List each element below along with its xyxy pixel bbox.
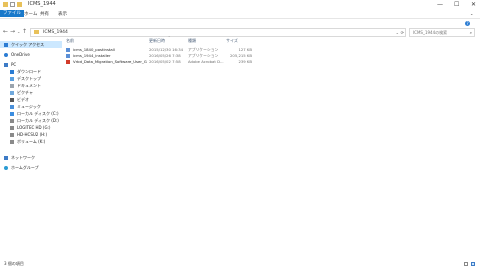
up-button[interactable]: ↑: [22, 28, 27, 35]
address-path: ICMS_1944: [43, 30, 68, 35]
drive-icon: [10, 133, 14, 137]
sidebar-item-drive-d[interactable]: ローカル ディスク (D:): [10, 117, 59, 124]
sidebar-item-drive-g[interactable]: LOGITEC HD (G:): [10, 124, 50, 131]
file-type: Adobe Acrobat D...: [188, 59, 224, 64]
back-button[interactable]: ←: [3, 28, 8, 35]
sort-caret-icon: ^: [168, 35, 171, 39]
sidebar-item-drive-c[interactable]: ローカル ディスク (C:): [10, 110, 59, 117]
table-row[interactable]: Vrbd_Data_Migration_Software_User_Gui...…: [62, 59, 322, 65]
desktop-icon: [10, 77, 14, 81]
search-input[interactable]: ICMS_1944の検索 ⌕: [409, 28, 475, 37]
sidebar-item-pc[interactable]: PC: [4, 61, 16, 68]
window-title: ICMS_1944: [28, 1, 56, 7]
video-icon: [10, 98, 14, 102]
sidebar-item-videos[interactable]: ビデオ: [10, 96, 29, 103]
address-bar[interactable]: ICMS_1944 ⌄ ⟳: [30, 28, 406, 37]
new-folder-icon[interactable]: [17, 2, 22, 7]
folder-icon: [3, 2, 8, 7]
minimize-button[interactable]: —: [437, 1, 443, 8]
pc-icon: [4, 63, 8, 67]
address-row: ← → ⌄ ↑ ICMS_1944 ⌄ ⟳ ICMS_1944の検索 ⌕: [0, 27, 480, 37]
tab-share[interactable]: 共有: [40, 11, 49, 17]
music-icon: [10, 105, 14, 109]
sidebar-item-drive-h[interactable]: HD-HCSU2 (H:): [10, 131, 47, 138]
drive-icon: [10, 126, 14, 130]
tab-home[interactable]: ホーム: [24, 11, 37, 17]
drive-icon: [10, 140, 14, 144]
sidebar-item-quick-access[interactable]: クイック アクセス: [0, 41, 62, 48]
chevron-down-icon[interactable]: ⌄: [470, 11, 473, 16]
tab-file[interactable]: ファイル: [0, 10, 24, 17]
column-header-type[interactable]: 種類: [188, 38, 196, 44]
homegroup-icon: [4, 166, 8, 170]
folder-icon: [34, 30, 39, 34]
sidebar-item-documents[interactable]: ドキュメント: [10, 82, 41, 89]
file-date: 2016/05/02 7:58: [149, 59, 181, 64]
help-button[interactable]: ?: [465, 20, 473, 26]
maximize-button[interactable]: ☐: [454, 1, 459, 8]
star-icon: [4, 43, 8, 47]
recent-dropdown-button[interactable]: ⌄: [17, 28, 20, 35]
item-count: 3 個の項目: [4, 261, 24, 266]
column-header-size[interactable]: サイズ: [226, 38, 238, 44]
network-icon: [4, 156, 8, 160]
sidebar-item-onedrive[interactable]: OneDrive: [4, 51, 30, 58]
file-size: 239 KB: [238, 59, 252, 64]
sidebar-item-homegroup[interactable]: ホームグループ: [4, 164, 39, 171]
forward-button[interactable]: →: [10, 28, 15, 35]
documents-icon: [10, 84, 14, 88]
sidebar-item-network[interactable]: ネットワーク: [4, 154, 35, 161]
large-icons-view-icon[interactable]: [471, 262, 475, 266]
application-icon: [66, 54, 70, 58]
tab-view[interactable]: 表示: [58, 11, 67, 17]
status-bar: 3 個の項目: [0, 259, 480, 269]
properties-icon[interactable]: [10, 2, 15, 7]
drive-icon: [10, 112, 14, 116]
download-icon: [10, 70, 14, 74]
application-icon: [66, 48, 70, 52]
sidebar-item-drive-k[interactable]: ボリューム (K:): [10, 138, 45, 145]
refresh-icon[interactable]: ⟳: [401, 29, 404, 36]
sidebar-item-desktop[interactable]: デスクトップ: [10, 75, 41, 82]
column-header-date[interactable]: 更新日時: [149, 38, 165, 44]
navigation-pane: クイック アクセス OneDrive PC ダウンロード デスクトップ ドキュメ…: [0, 38, 62, 258]
help-icon: ?: [465, 21, 470, 26]
search-icon: ⌕: [469, 30, 472, 35]
drive-icon: [10, 119, 14, 123]
column-header-name[interactable]: 名前: [66, 38, 74, 44]
pictures-icon: [10, 91, 14, 95]
chevron-down-icon[interactable]: ⌄: [396, 29, 399, 36]
ribbon-tabs: ファイル ホーム 共有 表示 ⌄: [0, 10, 480, 19]
cloud-icon: [4, 53, 8, 57]
close-button[interactable]: ✕: [471, 1, 476, 8]
title-bar: ICMS_1944 — ☐ ✕: [0, 0, 480, 10]
file-name: Vrbd_Data_Migration_Software_User_Gui...: [73, 59, 147, 64]
search-placeholder: ICMS_1944の検索: [413, 30, 448, 35]
sidebar-item-downloads[interactable]: ダウンロード: [10, 68, 41, 75]
sidebar-item-pictures[interactable]: ピクチャ: [10, 89, 33, 96]
details-view-icon[interactable]: [464, 262, 468, 266]
file-list: ^ 名前 更新日時 種類 サイズ icms_1840_postinstall 2…: [62, 35, 480, 258]
sidebar-item-music[interactable]: ミュージック: [10, 103, 41, 110]
pdf-icon: [66, 60, 70, 64]
